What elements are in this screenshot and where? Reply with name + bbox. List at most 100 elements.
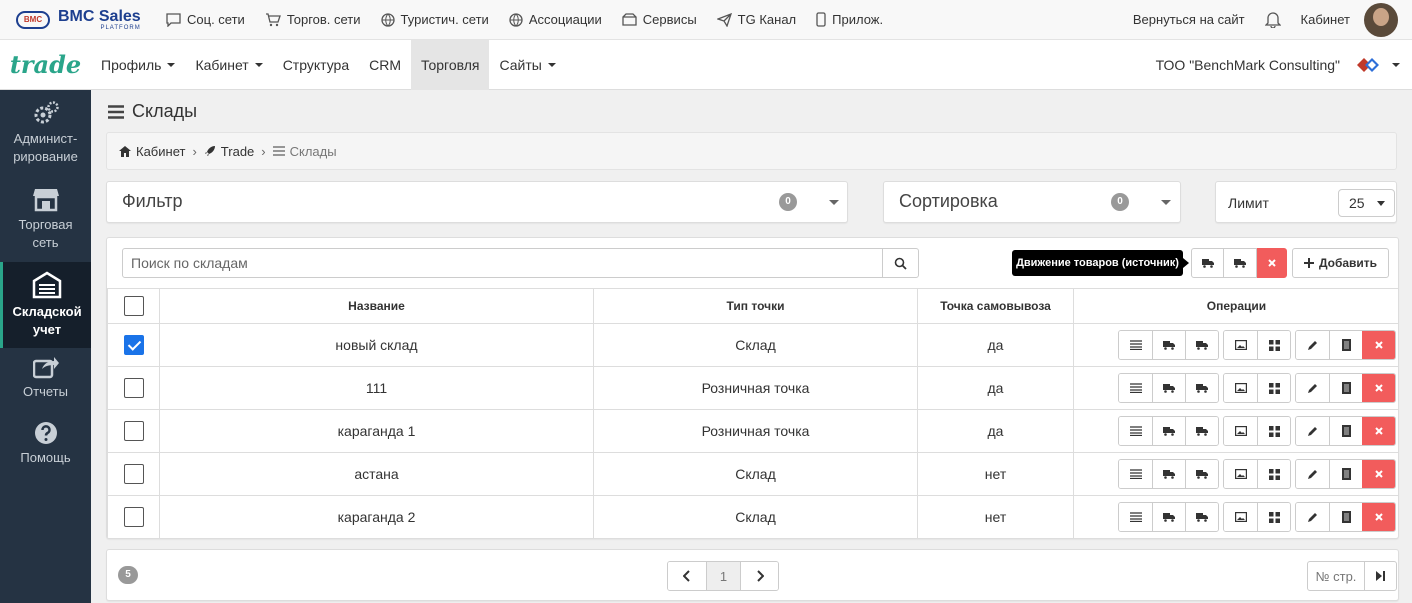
image-button[interactable] — [1224, 417, 1257, 445]
sidebar-item-trade-network[interactable]: Торговая сеть — [0, 176, 91, 262]
toplink-trade[interactable]: Торгов. сети — [265, 12, 361, 27]
breadcrumb-trade[interactable]: Trade — [221, 144, 254, 159]
chevron-down-icon[interactable] — [829, 200, 839, 205]
goods-movement-source-button[interactable] — [1191, 248, 1224, 278]
archive-button[interactable] — [1329, 331, 1362, 359]
nav-cabinet[interactable]: Кабинет — [185, 40, 272, 90]
edit-button[interactable] — [1296, 417, 1329, 445]
image-button[interactable] — [1224, 503, 1257, 531]
delete-button[interactable] — [1362, 417, 1395, 445]
col-header-pickup[interactable]: Точка самовывоза — [917, 288, 1074, 324]
breadcrumb-cabinet[interactable]: Кабинет — [136, 144, 185, 159]
col-header-type[interactable]: Тип точки — [593, 288, 918, 324]
bmc-logo[interactable]: BMC BMC Sales PLATFORM — [16, 8, 166, 31]
movement-target-button[interactable] — [1185, 460, 1218, 488]
archive-button[interactable] — [1329, 374, 1362, 402]
page-number-input[interactable]: № стр. — [1307, 561, 1365, 591]
page-number-label: № стр. — [1315, 568, 1357, 584]
toplink-associations[interactable]: Ассоциации — [509, 12, 602, 27]
current-page[interactable]: 1 — [706, 562, 740, 590]
chevron-down-icon[interactable] — [1161, 200, 1171, 205]
movement-source-button[interactable] — [1152, 417, 1185, 445]
grid-button[interactable] — [1257, 460, 1290, 488]
goods-movement-target-button[interactable] — [1223, 248, 1257, 278]
details-button[interactable] — [1119, 374, 1152, 402]
movement-source-button[interactable] — [1152, 503, 1185, 531]
breadcrumb-separator: › — [192, 143, 197, 159]
grid-button[interactable] — [1257, 374, 1290, 402]
movement-target-button[interactable] — [1185, 503, 1218, 531]
edit-button[interactable] — [1296, 331, 1329, 359]
grid-button[interactable] — [1257, 417, 1290, 445]
bell-icon[interactable] — [1264, 11, 1281, 28]
next-page-button[interactable] — [740, 562, 778, 590]
toplink-services[interactable]: Сервисы — [622, 12, 697, 27]
go-to-page-button[interactable] — [1364, 561, 1397, 591]
cell-name: астана — [159, 452, 594, 496]
edit-button[interactable] — [1296, 374, 1329, 402]
delete-selected-button[interactable] — [1257, 248, 1287, 278]
company-switcher[interactable]: ТОО "BenchMark Consulting" — [1156, 54, 1400, 76]
nav-sites[interactable]: Сайты — [489, 40, 565, 90]
delete-button[interactable] — [1362, 374, 1395, 402]
grid-button[interactable] — [1257, 331, 1290, 359]
filter-panel[interactable]: Фильтр 0 — [106, 181, 848, 223]
sidebar: Админист-рирование Торговая сеть Складск… — [0, 90, 91, 603]
details-button[interactable] — [1119, 460, 1152, 488]
edit-button[interactable] — [1296, 503, 1329, 531]
brand-logo[interactable]: trade — [0, 50, 91, 79]
nav-trade[interactable]: Торговля — [411, 39, 490, 90]
row-checkbox[interactable] — [123, 378, 144, 398]
delete-button[interactable] — [1362, 331, 1395, 359]
movement-source-button[interactable] — [1152, 374, 1185, 402]
avatar[interactable] — [1364, 2, 1398, 37]
row-checkbox[interactable] — [123, 335, 144, 355]
sidebar-item-warehouse[interactable]: Складской учет — [0, 262, 91, 348]
prev-page-button[interactable] — [668, 562, 706, 590]
toplink-social[interactable]: Соц. сети — [166, 12, 245, 27]
details-button[interactable] — [1119, 331, 1152, 359]
delete-button[interactable] — [1362, 460, 1395, 488]
cell-operations — [1073, 323, 1398, 367]
row-checkbox[interactable] — [123, 421, 144, 441]
details-button[interactable] — [1119, 417, 1152, 445]
toplink-tourism[interactable]: Туристич. сети — [380, 12, 489, 27]
col-header-name[interactable]: Название — [159, 288, 594, 324]
select-all-checkbox[interactable] — [123, 296, 144, 316]
image-button[interactable] — [1224, 374, 1257, 402]
movement-target-button[interactable] — [1185, 417, 1218, 445]
archive-button[interactable] — [1329, 460, 1362, 488]
cart-icon — [265, 12, 281, 26]
delete-button[interactable] — [1362, 503, 1395, 531]
details-button[interactable] — [1119, 503, 1152, 531]
archive-button[interactable] — [1329, 503, 1362, 531]
movement-target-button[interactable] — [1185, 374, 1218, 402]
row-checkbox[interactable] — [123, 507, 144, 527]
add-button-label: Добавить — [1318, 256, 1378, 270]
image-button[interactable] — [1224, 331, 1257, 359]
back-to-site-link[interactable]: Вернуться на сайт — [1133, 12, 1245, 27]
movement-source-button[interactable] — [1152, 331, 1185, 359]
search-button[interactable] — [882, 249, 918, 277]
limit-select[interactable]: 25 — [1338, 189, 1395, 217]
movement-target-button[interactable] — [1185, 331, 1218, 359]
archive-button[interactable] — [1329, 417, 1362, 445]
image-button[interactable] — [1224, 460, 1257, 488]
edit-button[interactable] — [1296, 460, 1329, 488]
sidebar-item-help[interactable]: Помощь — [0, 408, 91, 480]
grid-button[interactable] — [1257, 503, 1290, 531]
toplink-apps[interactable]: Прилож. — [816, 12, 883, 27]
share-icon — [32, 357, 59, 379]
add-button[interactable]: Добавить — [1292, 248, 1389, 278]
movement-source-button[interactable] — [1152, 460, 1185, 488]
cabinet-link[interactable]: Кабинет — [1301, 12, 1350, 27]
toplink-tg-channel[interactable]: TG Канал — [716, 12, 796, 27]
sort-panel[interactable]: Сортировка 0 — [883, 181, 1181, 223]
sidebar-item-reports[interactable]: Отчеты — [0, 348, 91, 408]
nav-crm[interactable]: CRM — [359, 40, 411, 90]
sidebar-item-administration[interactable]: Админист-рирование — [0, 90, 91, 176]
nav-structure[interactable]: Структура — [273, 40, 359, 90]
nav-profile[interactable]: Профиль — [91, 40, 185, 90]
row-checkbox[interactable] — [123, 464, 144, 484]
search-input[interactable]: Поиск по складам — [123, 249, 882, 277]
